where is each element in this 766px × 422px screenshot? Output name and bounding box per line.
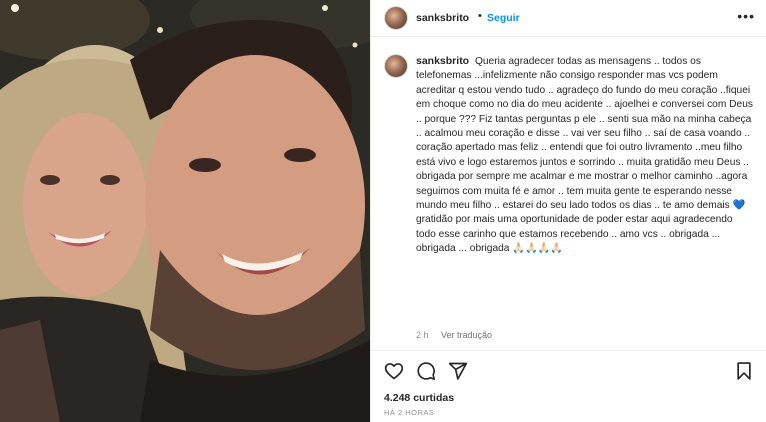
caption-avatar[interactable] bbox=[384, 54, 408, 78]
post-sidebar: sanksbrito • Seguir ••• sanksbrito Queri… bbox=[370, 0, 766, 422]
caption-text-block: sanksbrito Queria agradecer todas as men… bbox=[416, 54, 754, 257]
caption-meta: 2 h Ver tradução bbox=[416, 330, 492, 340]
share-icon[interactable] bbox=[448, 361, 468, 381]
post-photo[interactable] bbox=[0, 0, 370, 422]
caption-area: sanksbrito Queria agradecer todas as men… bbox=[371, 38, 766, 348]
bookmark-icon[interactable] bbox=[734, 361, 754, 381]
post-header: sanksbrito • Seguir ••• bbox=[371, 0, 766, 37]
caption-age: 2 h bbox=[416, 330, 429, 340]
avatar[interactable] bbox=[384, 6, 408, 30]
likes-count[interactable]: 4.248 curtidas bbox=[384, 392, 454, 404]
see-translation-link[interactable]: Ver tradução bbox=[441, 330, 492, 340]
heart-icon[interactable] bbox=[384, 361, 404, 381]
comment-icon[interactable] bbox=[416, 361, 436, 381]
more-options-icon[interactable]: ••• bbox=[737, 8, 755, 24]
action-bar bbox=[371, 350, 766, 390]
post-timestamp: HÁ 2 HORAS bbox=[384, 408, 435, 417]
caption-username[interactable]: sanksbrito bbox=[416, 55, 469, 67]
follow-button[interactable]: Seguir bbox=[487, 12, 520, 24]
header-username[interactable]: sanksbrito bbox=[416, 12, 469, 24]
separator-dot: • bbox=[478, 10, 482, 22]
post-window: sanksbrito • Seguir ••• sanksbrito Queri… bbox=[0, 0, 766, 422]
caption-text: Queria agradecer todas as mensagens .. t… bbox=[416, 56, 753, 255]
selfie-image bbox=[0, 0, 370, 422]
